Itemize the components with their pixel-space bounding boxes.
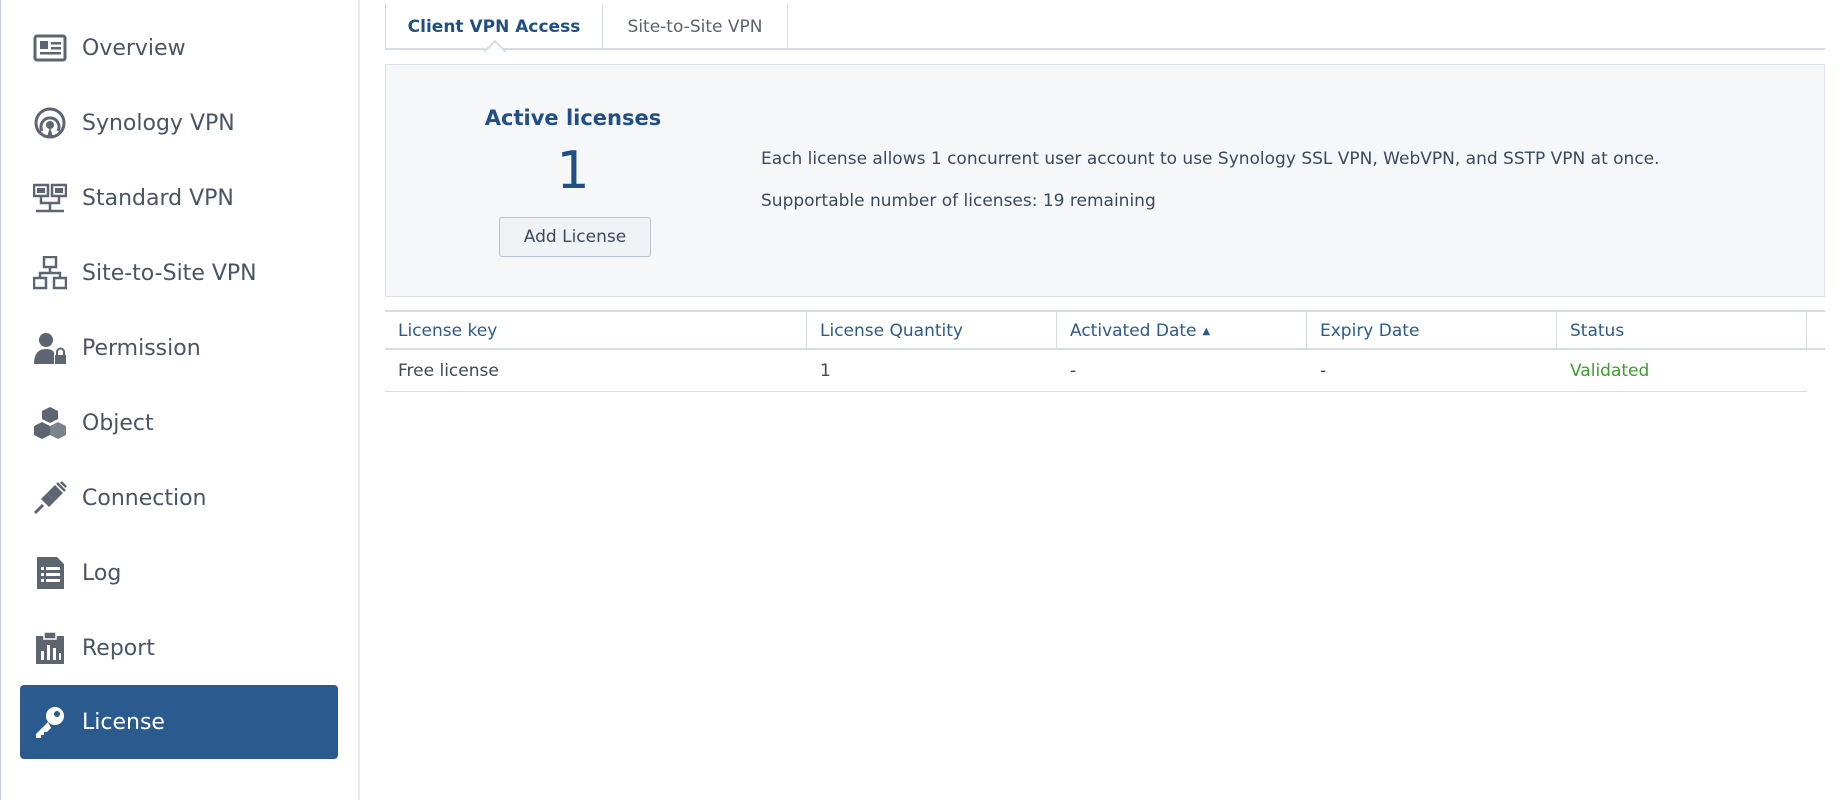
object-icon [32,405,68,441]
sidebar-item-label: Log [82,560,122,586]
add-license-button[interactable]: Add License [499,217,651,257]
cell-status: Validated [1570,361,1650,381]
tab-label: Site-to-Site VPN [627,17,763,37]
sidebar-item-standard-vpn[interactable]: Standard VPN [20,161,338,235]
supportable-licenses-text: Supportable number of licenses: 19 remai… [761,191,1156,211]
permission-icon [32,330,68,366]
column-header-license-quantity[interactable]: License Quantity [807,312,1057,350]
sidebar-item-label: Object [82,410,154,436]
cell-license-key: Free license [398,361,499,381]
key-icon [32,704,68,740]
column-header-label: Activated Date [1070,321,1197,341]
sidebar-item-report[interactable]: Report [20,611,338,685]
site-to-site-icon [32,255,68,291]
sidebar-item-connection[interactable]: Connection [20,461,338,535]
tab-site-to-site-vpn[interactable]: Site-to-Site VPN [602,4,788,50]
main-content: Client VPN Access Site-to-Site VPN Activ… [362,0,1842,800]
cell-license-quantity: 1 [820,361,831,381]
sidebar-item-overview[interactable]: Overview [20,11,338,85]
column-header-expiry-date[interactable]: Expiry Date [1307,312,1557,350]
log-icon [32,555,68,591]
column-header-label: Status [1570,321,1625,341]
sidebar-item-label: Connection [82,485,207,511]
column-header-label: License Quantity [820,321,963,341]
sidebar-item-site-to-site-vpn[interactable]: Site-to-Site VPN [20,236,338,310]
sidebar-item-label: Site-to-Site VPN [82,260,257,286]
column-header-activated-date[interactable]: Activated Date ▲ [1057,312,1307,350]
sidebar-item-synology-vpn[interactable]: Synology VPN [20,86,338,160]
active-licenses-title: Active licenses [484,106,662,130]
tab-bar: Client VPN Access Site-to-Site VPN [385,0,1825,50]
sidebar-item-license[interactable]: License [20,685,338,759]
sidebar: Overview Synology VPN Standard VPN Site-… [0,0,360,800]
sidebar-item-log[interactable]: Log [20,536,338,610]
column-header-license-key[interactable]: License key [385,312,807,350]
sidebar-item-label: Permission [82,335,201,361]
column-header-status[interactable]: Status [1557,312,1807,350]
sidebar-item-label: Standard VPN [82,185,234,211]
license-table: License key License Quantity Activated D… [385,310,1825,392]
table-header: License key License Quantity Activated D… [385,310,1825,350]
active-licenses-count: 1 [556,141,590,201]
report-icon [32,630,68,666]
app-window: Overview Synology VPN Standard VPN Site-… [0,0,1842,800]
table-row[interactable]: Free license 1 - - Validated [385,350,1807,392]
sort-ascending-icon: ▲ [1202,325,1211,337]
connection-icon [32,480,68,516]
column-header-label: License key [398,321,498,341]
standard-vpn-icon [32,180,68,216]
cell-expiry-date: - [1320,361,1327,381]
sidebar-item-label: License [82,709,165,735]
license-summary-panel: Active licenses 1 Add License Each licen… [385,64,1825,297]
cell-activated-date: - [1070,361,1077,381]
sidebar-item-label: Overview [82,35,186,61]
sidebar-item-label: Synology VPN [82,110,235,136]
sidebar-item-object[interactable]: Object [20,386,338,460]
tab-label: Client VPN Access [407,17,581,37]
sidebar-item-label: Report [82,635,155,661]
sidebar-item-permission[interactable]: Permission [20,311,338,385]
overview-icon [32,30,68,66]
column-header-label: Expiry Date [1320,321,1420,341]
tab-client-vpn-access[interactable]: Client VPN Access [385,4,602,50]
license-description: Each license allows 1 concurrent user ac… [761,149,1660,169]
synology-vpn-icon [32,105,68,141]
